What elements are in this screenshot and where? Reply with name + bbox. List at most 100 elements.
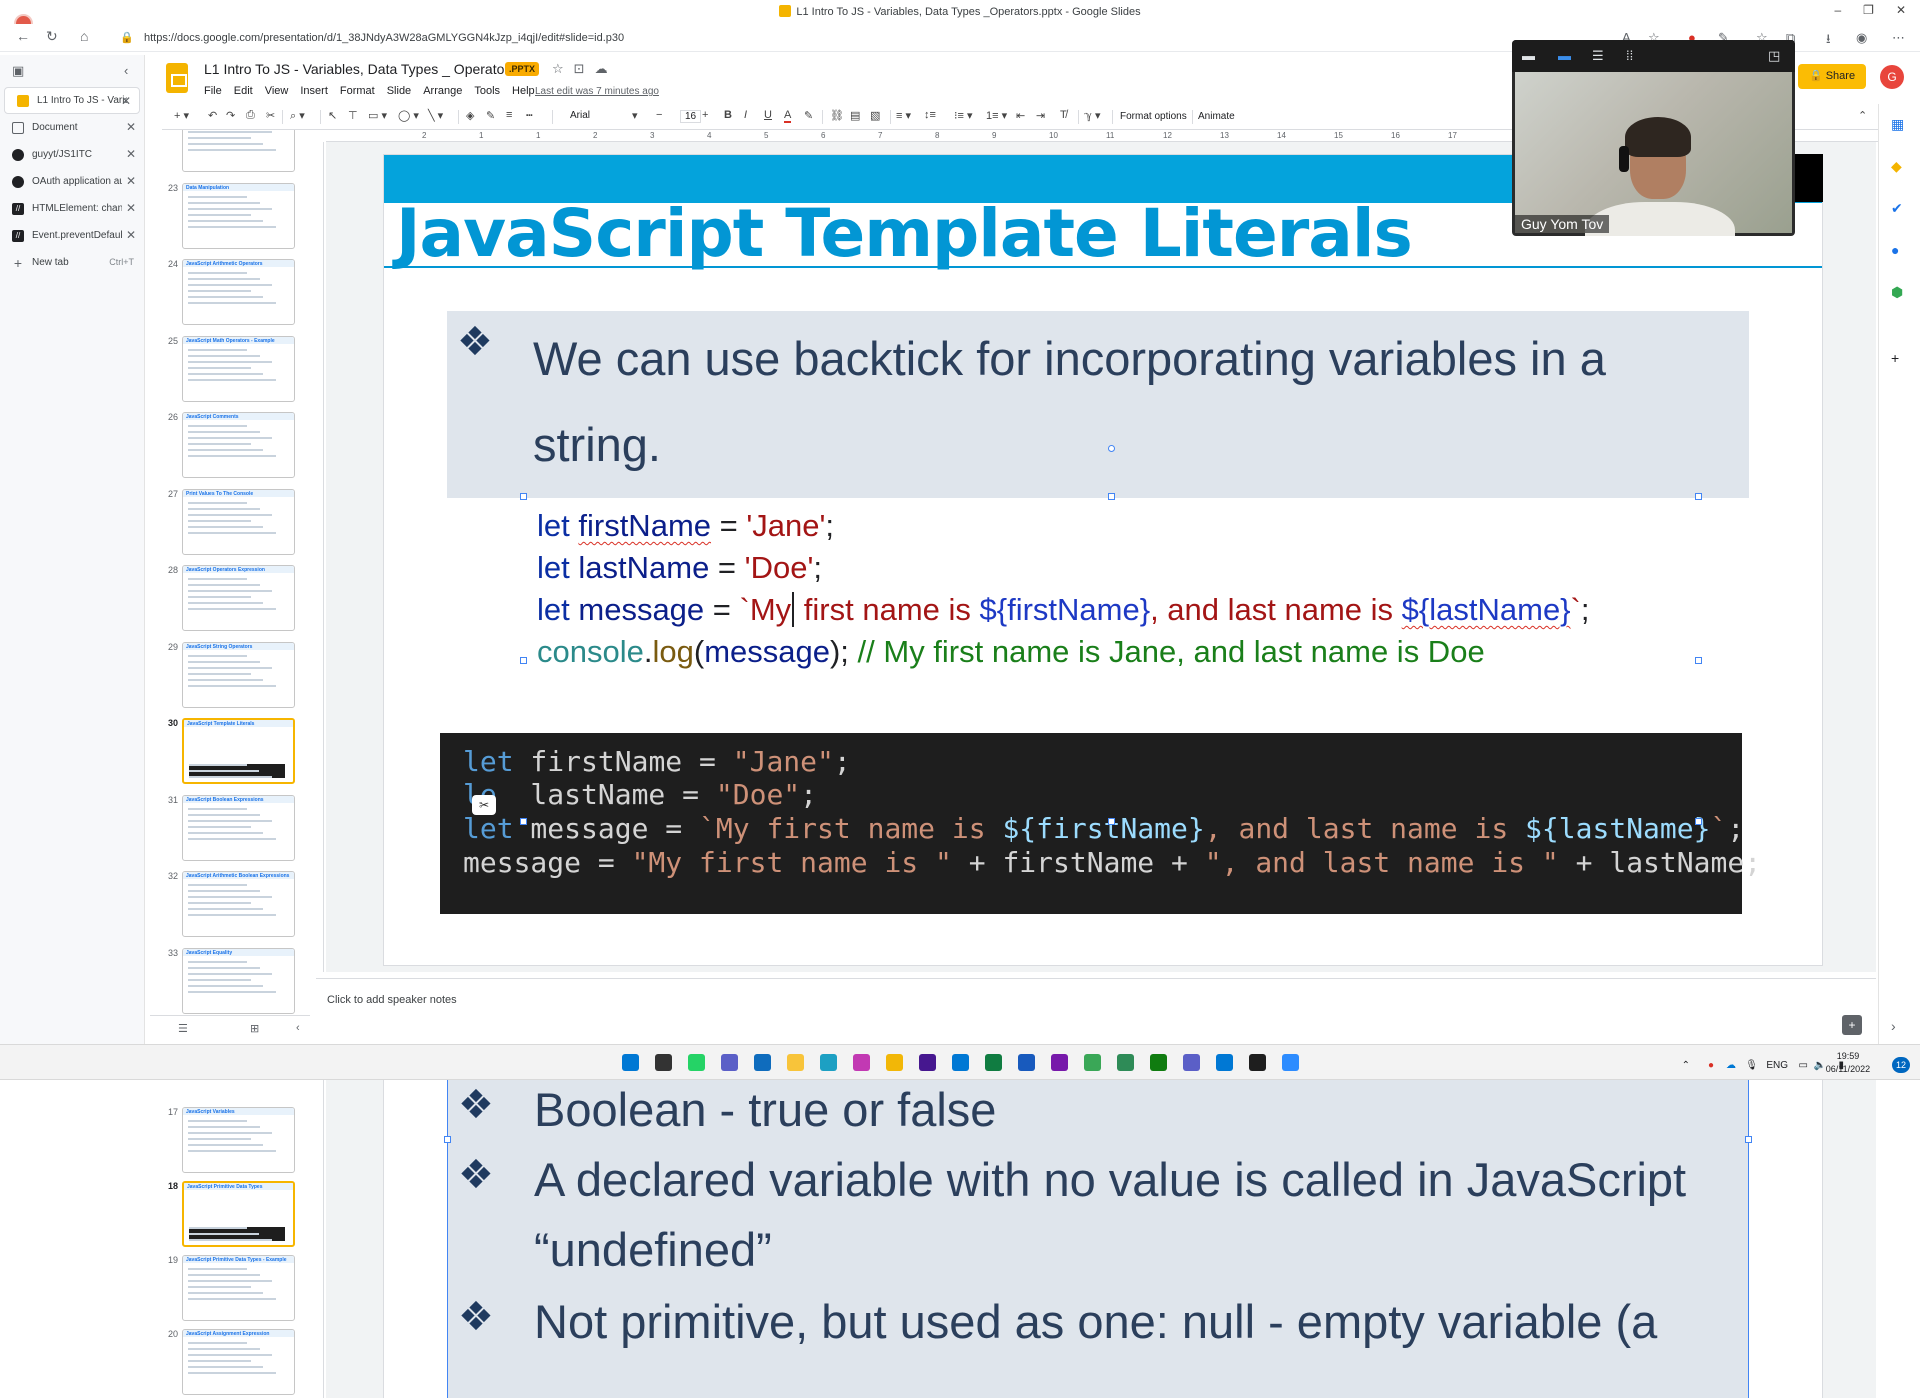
slides-logo-icon[interactable] bbox=[166, 63, 188, 93]
app-icon[interactable] bbox=[952, 1054, 969, 1071]
tab-document[interactable]: Document ✕ bbox=[0, 114, 144, 141]
menu-insert[interactable]: Insert bbox=[300, 85, 328, 97]
minimize-video-icon[interactable]: ▬ bbox=[1522, 48, 1535, 63]
close-tab-icon[interactable]: ✕ bbox=[126, 147, 136, 161]
slide-thumbnail[interactable]: JavaScript Equality bbox=[182, 947, 295, 1014]
line-icon[interactable]: ╲ ▾ bbox=[428, 109, 443, 122]
resize-handle[interactable] bbox=[520, 493, 527, 500]
slide-thumbnail[interactable]: Print Values To The Console bbox=[182, 488, 295, 555]
close-window-button[interactable]: ✕ bbox=[1896, 3, 1906, 17]
numbered-list-icon[interactable]: 1≡ ▾ bbox=[986, 109, 1007, 122]
language-indicator[interactable]: ENG bbox=[1766, 1060, 1788, 1071]
document-title[interactable]: L1 Intro To JS - Variables, Data Types _… bbox=[204, 61, 516, 77]
undo-icon[interactable]: ↶ bbox=[208, 109, 217, 122]
keep-icon[interactable]: ◆ bbox=[1891, 158, 1902, 175]
slide-thumbnail[interactable]: JavaScript Boolean Expressions bbox=[182, 794, 295, 861]
snipping-icon[interactable] bbox=[853, 1054, 870, 1071]
tab-actions-icon[interactable]: ▣ bbox=[12, 63, 24, 79]
rotate-handle[interactable] bbox=[1108, 445, 1115, 452]
zoom-icon[interactable]: ⌕ ▾ bbox=[290, 109, 305, 123]
menu-slide[interactable]: Slide bbox=[387, 85, 411, 97]
slide-thumbnail[interactable]: JavaScript Primitive Data Types - Exampl… bbox=[182, 1255, 295, 1321]
close-tab-icon[interactable]: ✕ bbox=[126, 120, 136, 134]
slide-thumbnail[interactable]: JavaScript Assignment Expression bbox=[182, 1329, 295, 1395]
network-icon[interactable]: ▭ bbox=[1799, 1060, 1808, 1071]
collapse-tabs-icon[interactable]: ‹ bbox=[124, 63, 128, 78]
more-menu-icon[interactable]: ⋯ bbox=[1892, 30, 1905, 46]
star-icon[interactable]: ☆ bbox=[552, 61, 564, 77]
slide-secondary[interactable]: ❖ Boolean - true or false ❖ A declared v… bbox=[383, 1080, 1823, 1398]
tab-github-oauth[interactable]: OAuth application aut ✕ bbox=[0, 168, 144, 195]
font-dropdown-icon[interactable]: ▾ bbox=[632, 109, 638, 122]
increase-indent-icon[interactable]: ⇥ bbox=[1036, 109, 1045, 122]
tab-mdn-htmlelement[interactable]: // HTMLElement: change ✕ bbox=[0, 195, 144, 222]
minimize-button[interactable]: – bbox=[1834, 3, 1841, 17]
maps-icon[interactable]: ⬢ bbox=[1891, 284, 1903, 301]
font-size-field[interactable]: 16 bbox=[680, 110, 702, 123]
underline-icon[interactable]: U bbox=[764, 109, 772, 121]
menu-arrange[interactable]: Arrange bbox=[423, 85, 462, 97]
align-icon[interactable]: ≡ ▾ bbox=[896, 109, 911, 122]
share-button[interactable]: 🔒 Share bbox=[1798, 64, 1866, 89]
select-tool-icon[interactable]: ↖ bbox=[328, 109, 337, 122]
font-size-decrease-icon[interactable]: − bbox=[656, 109, 662, 121]
close-tab-icon[interactable]: ✕ bbox=[121, 94, 131, 108]
tray-app-icon[interactable]: ● bbox=[1708, 1060, 1714, 1071]
slide-thumbnail[interactable]: JavaScript Reserved Words bbox=[182, 130, 295, 172]
crop-handle-icon[interactable]: ✂ bbox=[472, 795, 496, 815]
speaker-view-icon[interactable]: ▬ bbox=[1558, 48, 1571, 63]
comment-icon[interactable]: ▤ bbox=[850, 109, 860, 122]
url-field[interactable]: https://docs.google.com/presentation/d/1… bbox=[144, 32, 624, 44]
resize-handle[interactable] bbox=[520, 657, 527, 664]
italic-icon[interactable]: I bbox=[744, 109, 747, 121]
resize-handle[interactable] bbox=[520, 818, 527, 825]
tab-mdn-preventdefault[interactable]: // Event.preventDefault( ✕ bbox=[0, 222, 144, 249]
app-diamond-icon[interactable] bbox=[1150, 1054, 1167, 1071]
font-family-select[interactable]: Arial bbox=[570, 110, 590, 121]
menu-view[interactable]: View bbox=[265, 85, 289, 97]
last-edit-link[interactable]: Last edit was 7 minutes ago bbox=[535, 86, 659, 97]
reload-icon[interactable]: ↻ bbox=[46, 28, 58, 45]
calendar-icon[interactable]: ▦ bbox=[1891, 116, 1904, 133]
new-slide-icon[interactable]: + ▾ bbox=[174, 109, 189, 122]
edge-icon[interactable] bbox=[820, 1054, 837, 1071]
resize-handle[interactable] bbox=[444, 1136, 451, 1143]
image-insert-icon[interactable]: ▧ bbox=[870, 109, 880, 122]
format-options-button[interactable]: Format options bbox=[1120, 111, 1187, 122]
border-color-icon[interactable]: ✎ bbox=[486, 109, 495, 122]
pen-tool-icon[interactable]: ℽ ▾ bbox=[1084, 109, 1101, 122]
notifications-badge[interactable]: 12 bbox=[1892, 1057, 1910, 1073]
resize-handle[interactable] bbox=[1695, 657, 1702, 664]
onedrive-icon[interactable]: ☁ bbox=[1726, 1060, 1736, 1071]
grid-view-icon[interactable]: ⊞ bbox=[250, 1022, 259, 1035]
teams-icon[interactable] bbox=[1183, 1054, 1200, 1071]
tab-slides[interactable]: L1 Intro To JS - Variabl ✕ bbox=[4, 87, 140, 114]
exit-fullscreen-icon[interactable]: ◳ bbox=[1768, 48, 1780, 64]
paint-format-icon[interactable]: ✂ bbox=[266, 109, 275, 122]
line-spacing-icon[interactable]: ↕≡ bbox=[924, 109, 936, 121]
maximize-button[interactable]: ❐ bbox=[1863, 3, 1874, 17]
decrease-indent-icon[interactable]: ⇤ bbox=[1016, 109, 1025, 122]
slide-thumbnail[interactable]: JavaScript Comments bbox=[182, 412, 295, 478]
menu-file[interactable]: File bbox=[204, 85, 222, 97]
collapse-toolbar-icon[interactable]: ⌃ bbox=[1858, 109, 1867, 122]
video-call-overlay[interactable]: ▬ ▬ ☰ ⁞⁞ ◳ Guy Yom Tov bbox=[1512, 40, 1795, 236]
close-tab-icon[interactable]: ✕ bbox=[126, 201, 136, 215]
vertical-ruler[interactable] bbox=[310, 142, 324, 972]
menu-format[interactable]: Format bbox=[340, 85, 375, 97]
slide-thumbnail[interactable]: Data Manipulation bbox=[182, 182, 295, 249]
menu-tools[interactable]: Tools bbox=[474, 85, 500, 97]
print-icon[interactable]: ⎙ bbox=[246, 109, 255, 122]
vscode-icon[interactable] bbox=[1216, 1054, 1233, 1071]
slide-thumbnail[interactable]: JavaScript Variables bbox=[182, 1107, 295, 1173]
slide[interactable]: JavaScript Template Literals ❖ We can us… bbox=[383, 154, 1823, 966]
windows-start-icon[interactable] bbox=[622, 1054, 639, 1071]
gallery-view-icon[interactable]: ⁞⁞ bbox=[1626, 48, 1633, 63]
downloads-icon[interactable]: ⭳ bbox=[1826, 30, 1831, 52]
outlook-icon[interactable] bbox=[754, 1054, 771, 1071]
move-folder-icon[interactable]: ⊡ bbox=[574, 61, 585, 77]
zoom-icon[interactable] bbox=[1282, 1054, 1299, 1071]
slide-thumbnail[interactable]: JavaScript Primitive Data Types bbox=[182, 1181, 295, 1247]
speaker-notes-placeholder[interactable]: Click to add speaker notes bbox=[327, 994, 457, 1006]
bulleted-list-icon[interactable]: ⁝≡ ▾ bbox=[954, 109, 973, 122]
